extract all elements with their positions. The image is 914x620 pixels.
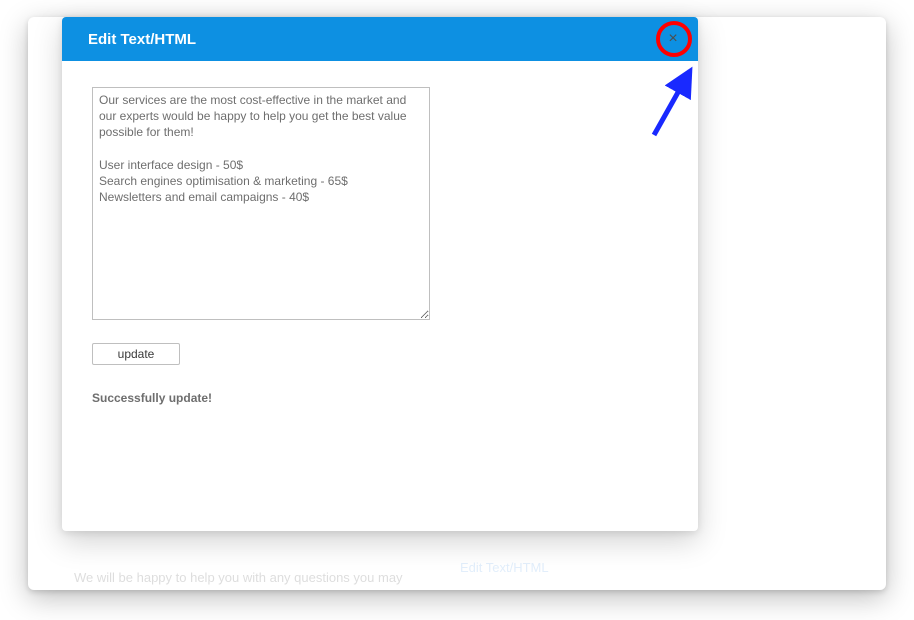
update-button[interactable]: update: [92, 343, 180, 365]
close-icon: ×: [668, 30, 677, 48]
status-message: Successfully update!: [92, 391, 668, 405]
html-text-textarea[interactable]: [92, 87, 430, 320]
modal-title: Edit Text/HTML: [88, 31, 196, 48]
edit-text-html-modal: Edit Text/HTML × update Successfully upd…: [62, 17, 698, 531]
modal-header: Edit Text/HTML ×: [62, 17, 698, 61]
background-edit-link[interactable]: Edit Text/HTML: [460, 560, 549, 575]
background-page-text: We will be happy to help you with any qu…: [74, 570, 403, 585]
close-button[interactable]: ×: [662, 28, 684, 50]
modal-body: update Successfully update!: [62, 61, 698, 425]
